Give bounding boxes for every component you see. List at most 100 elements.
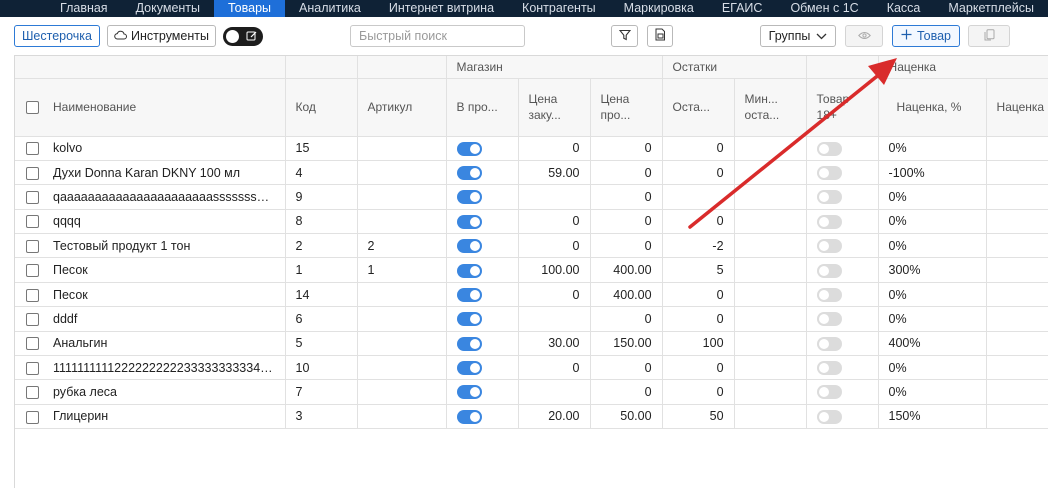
row-select-cell bbox=[15, 355, 49, 381]
cell-name: dddf bbox=[49, 306, 286, 332]
row-checkbox[interactable] bbox=[26, 386, 39, 400]
product18-switch[interactable] bbox=[816, 239, 842, 254]
nav-item[interactable]: Контрагенты bbox=[508, 0, 610, 17]
cell-markup bbox=[986, 233, 1048, 259]
row-checkbox[interactable] bbox=[26, 191, 39, 205]
in-sale-switch[interactable] bbox=[456, 239, 482, 254]
in-sale-switch[interactable] bbox=[456, 409, 482, 424]
in-sale-switch[interactable] bbox=[456, 361, 482, 376]
theme-toggle[interactable] bbox=[223, 27, 263, 46]
row-checkbox[interactable] bbox=[26, 288, 39, 302]
nav-item[interactable]: Маркировка bbox=[610, 0, 708, 17]
column-header-article[interactable]: Артикул bbox=[357, 78, 447, 137]
nav-item[interactable]: Обмен с 1С bbox=[776, 0, 872, 17]
in-sale-switch[interactable] bbox=[456, 141, 482, 156]
product18-switch[interactable] bbox=[816, 214, 842, 229]
table-row[interactable]: kolvo 15 0 0 0 0% bbox=[15, 136, 1048, 161]
quick-search-input[interactable] bbox=[350, 25, 525, 47]
nav-item[interactable]: ЕГАИС bbox=[708, 0, 777, 17]
cell-min-stock bbox=[734, 136, 807, 161]
product18-switch[interactable] bbox=[816, 165, 842, 180]
product18-switch[interactable] bbox=[816, 336, 842, 351]
column-header-in-sale-label: В про... bbox=[456, 100, 498, 114]
row-checkbox[interactable] bbox=[26, 410, 39, 424]
table-row[interactable]: Анальгин5 30.00150.00100 400%120 bbox=[15, 331, 1048, 357]
row-checkbox[interactable] bbox=[26, 239, 39, 253]
product18-switch[interactable] bbox=[816, 287, 842, 302]
store-selector-button[interactable]: Шестерочка bbox=[14, 25, 100, 47]
column-header-in-sale[interactable]: В про... bbox=[446, 78, 519, 137]
cell-code: 6 bbox=[285, 306, 358, 332]
cell-article: 2 bbox=[357, 233, 447, 259]
in-sale-switch[interactable] bbox=[456, 336, 482, 351]
column-header-markup-pct[interactable]: Наценка, % bbox=[878, 78, 987, 137]
nav-item[interactable]: Маркетплейсы bbox=[934, 0, 1048, 17]
product18-switch[interactable] bbox=[816, 361, 842, 376]
table-row[interactable]: Духи Donna Karan DKNY 100 мл 4 59.00 0 0 -100… bbox=[15, 160, 1048, 186]
nav-item[interactable]: Касса bbox=[873, 0, 935, 17]
column-header-sale-price[interactable]: Цена про... bbox=[590, 78, 663, 137]
column-header-min-stock[interactable]: Мин... оста... bbox=[734, 78, 807, 137]
table-row[interactable]: Песок11100.00400.005300%300 bbox=[15, 257, 1048, 283]
row-checkbox[interactable] bbox=[26, 361, 39, 375]
cell-sale-price: 0 bbox=[590, 209, 663, 235]
row-select-cell bbox=[15, 306, 49, 332]
cell-product18 bbox=[806, 184, 879, 210]
column-header-purchase-price[interactable]: Цена заку... bbox=[518, 78, 591, 137]
in-sale-switch[interactable] bbox=[456, 190, 482, 205]
cell-purchase-price: 0 bbox=[518, 233, 591, 259]
column-header-name[interactable]: Наименование bbox=[49, 78, 286, 137]
table-row[interactable]: qaaaaaaaaaaaaaaaaaaaaaasssssssssssssss..… bbox=[15, 184, 1048, 210]
visibility-button[interactable] bbox=[845, 25, 883, 47]
nav-item[interactable]: Главная bbox=[0, 0, 122, 17]
column-header-code[interactable]: Код bbox=[285, 78, 358, 137]
product18-switch[interactable] bbox=[816, 312, 842, 327]
product18-switch[interactable] bbox=[816, 190, 842, 205]
table-row[interactable]: рубка леса 7 0 0 0% bbox=[15, 379, 1048, 405]
toggle-knob bbox=[226, 30, 239, 43]
product18-switch[interactable] bbox=[816, 385, 842, 400]
table-row[interactable]: qqqq 8 0 0 0 0% bbox=[15, 209, 1048, 235]
in-sale-switch[interactable] bbox=[456, 385, 482, 400]
in-sale-switch[interactable] bbox=[456, 287, 482, 302]
in-sale-switch[interactable] bbox=[456, 165, 482, 180]
table-row[interactable]: 1111111111222222222233333333334444... 10 0… bbox=[15, 355, 1048, 381]
cloud-icon bbox=[114, 29, 127, 43]
row-checkbox[interactable] bbox=[26, 264, 39, 278]
cell-min-stock bbox=[734, 404, 807, 430]
add-product-button[interactable]: Товар bbox=[892, 25, 960, 47]
cell-sale-price: 0 bbox=[590, 160, 663, 186]
table-row[interactable]: Тестовый продукт 1 тон 2 2 0 0 -2 0% bbox=[15, 233, 1048, 259]
in-sale-switch[interactable] bbox=[456, 214, 482, 229]
product18-switch[interactable] bbox=[816, 141, 842, 156]
nav-item[interactable]: Аналитика bbox=[285, 0, 375, 17]
row-checkbox[interactable] bbox=[26, 142, 39, 156]
product18-switch[interactable] bbox=[816, 263, 842, 278]
select-all-checkbox[interactable] bbox=[26, 101, 39, 115]
export-button[interactable] bbox=[647, 25, 673, 47]
row-checkbox[interactable] bbox=[26, 337, 39, 351]
row-checkbox[interactable] bbox=[26, 215, 39, 229]
nav-item[interactable]: Интернет витрина bbox=[375, 0, 508, 17]
cell-product18 bbox=[806, 257, 879, 283]
nav-item[interactable]: Товары bbox=[214, 0, 286, 17]
nav-item[interactable]: Документы bbox=[122, 0, 214, 17]
cell-article bbox=[357, 136, 447, 161]
table-row[interactable]: Глицерин3 20.0050.0050 150%30 bbox=[15, 404, 1048, 430]
in-sale-switch[interactable] bbox=[456, 312, 482, 327]
copy-button[interactable] bbox=[968, 25, 1010, 47]
in-sale-switch[interactable] bbox=[456, 263, 482, 278]
cell-min-stock bbox=[734, 379, 807, 405]
table-row[interactable]: Песок14 0400.000 0%400 bbox=[15, 282, 1048, 308]
cell-name: Песок bbox=[49, 257, 286, 283]
filter-button[interactable] bbox=[611, 25, 638, 47]
column-header-markup[interactable]: Наценка bbox=[986, 78, 1048, 137]
table-row[interactable]: dddf 6 0 0 0% bbox=[15, 306, 1048, 332]
product18-switch[interactable] bbox=[816, 409, 842, 424]
row-checkbox[interactable] bbox=[26, 313, 39, 327]
column-header-stock[interactable]: Оста... bbox=[662, 78, 735, 137]
column-header-product18[interactable]: Товар 18+ bbox=[806, 78, 879, 137]
row-checkbox[interactable] bbox=[26, 166, 39, 180]
tools-button[interactable]: Инструменты bbox=[107, 25, 216, 47]
groups-dropdown[interactable]: Группы bbox=[760, 25, 836, 47]
